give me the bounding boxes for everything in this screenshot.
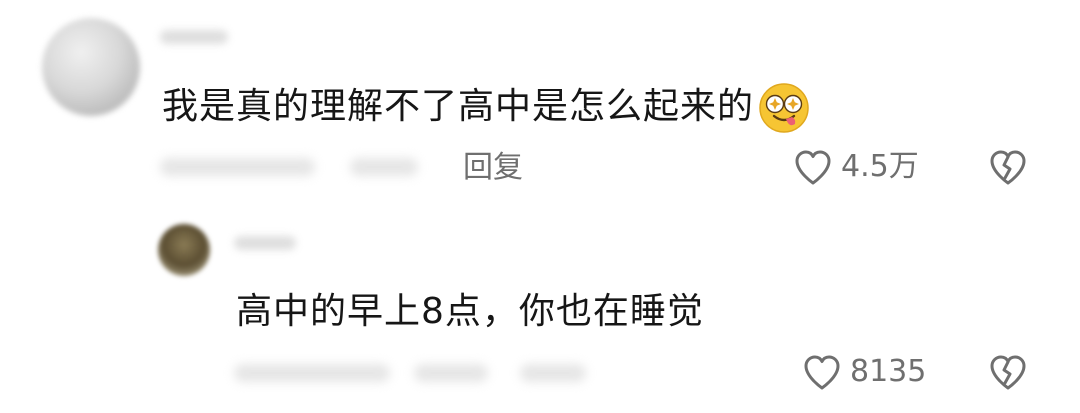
reply-button[interactable]: 回复 [463,153,523,183]
reply-location-blurred [414,364,488,382]
comment-body: 我是真的理解不了高中是怎么起来的 [162,82,810,134]
reply-like-button[interactable]: 8135 [802,353,926,391]
like-button[interactable]: 4.5万 [793,148,919,186]
comment-thread: 我是真的理解不了高中是怎么起来的 回复 4.5万 高中的早上8点，你也在睡觉 8 [0,0,1080,413]
reply-timestamp-blurred [234,364,390,382]
timestamp-blurred [160,158,315,176]
drooling-face-emoji [759,83,809,133]
broken-heart-icon[interactable] [988,353,1028,391]
location-blurred [350,158,418,176]
heart-outline-icon [804,355,840,390]
username-blurred[interactable] [160,30,228,44]
broken-heart-icon[interactable] [988,148,1028,186]
reply-like-count: 8135 [850,354,927,389]
like-count: 4.5万 [841,149,919,184]
reply-reply-blurred[interactable] [520,364,586,382]
reply-comment-text: 高中的早上8点，你也在睡觉 [236,291,704,332]
reply-avatar[interactable] [158,224,210,276]
heart-outline-icon [795,150,831,185]
avatar[interactable] [42,18,140,116]
comment-text: 我是真的理解不了高中是怎么起来的 [162,86,755,127]
reply-username-blurred[interactable] [234,236,296,250]
